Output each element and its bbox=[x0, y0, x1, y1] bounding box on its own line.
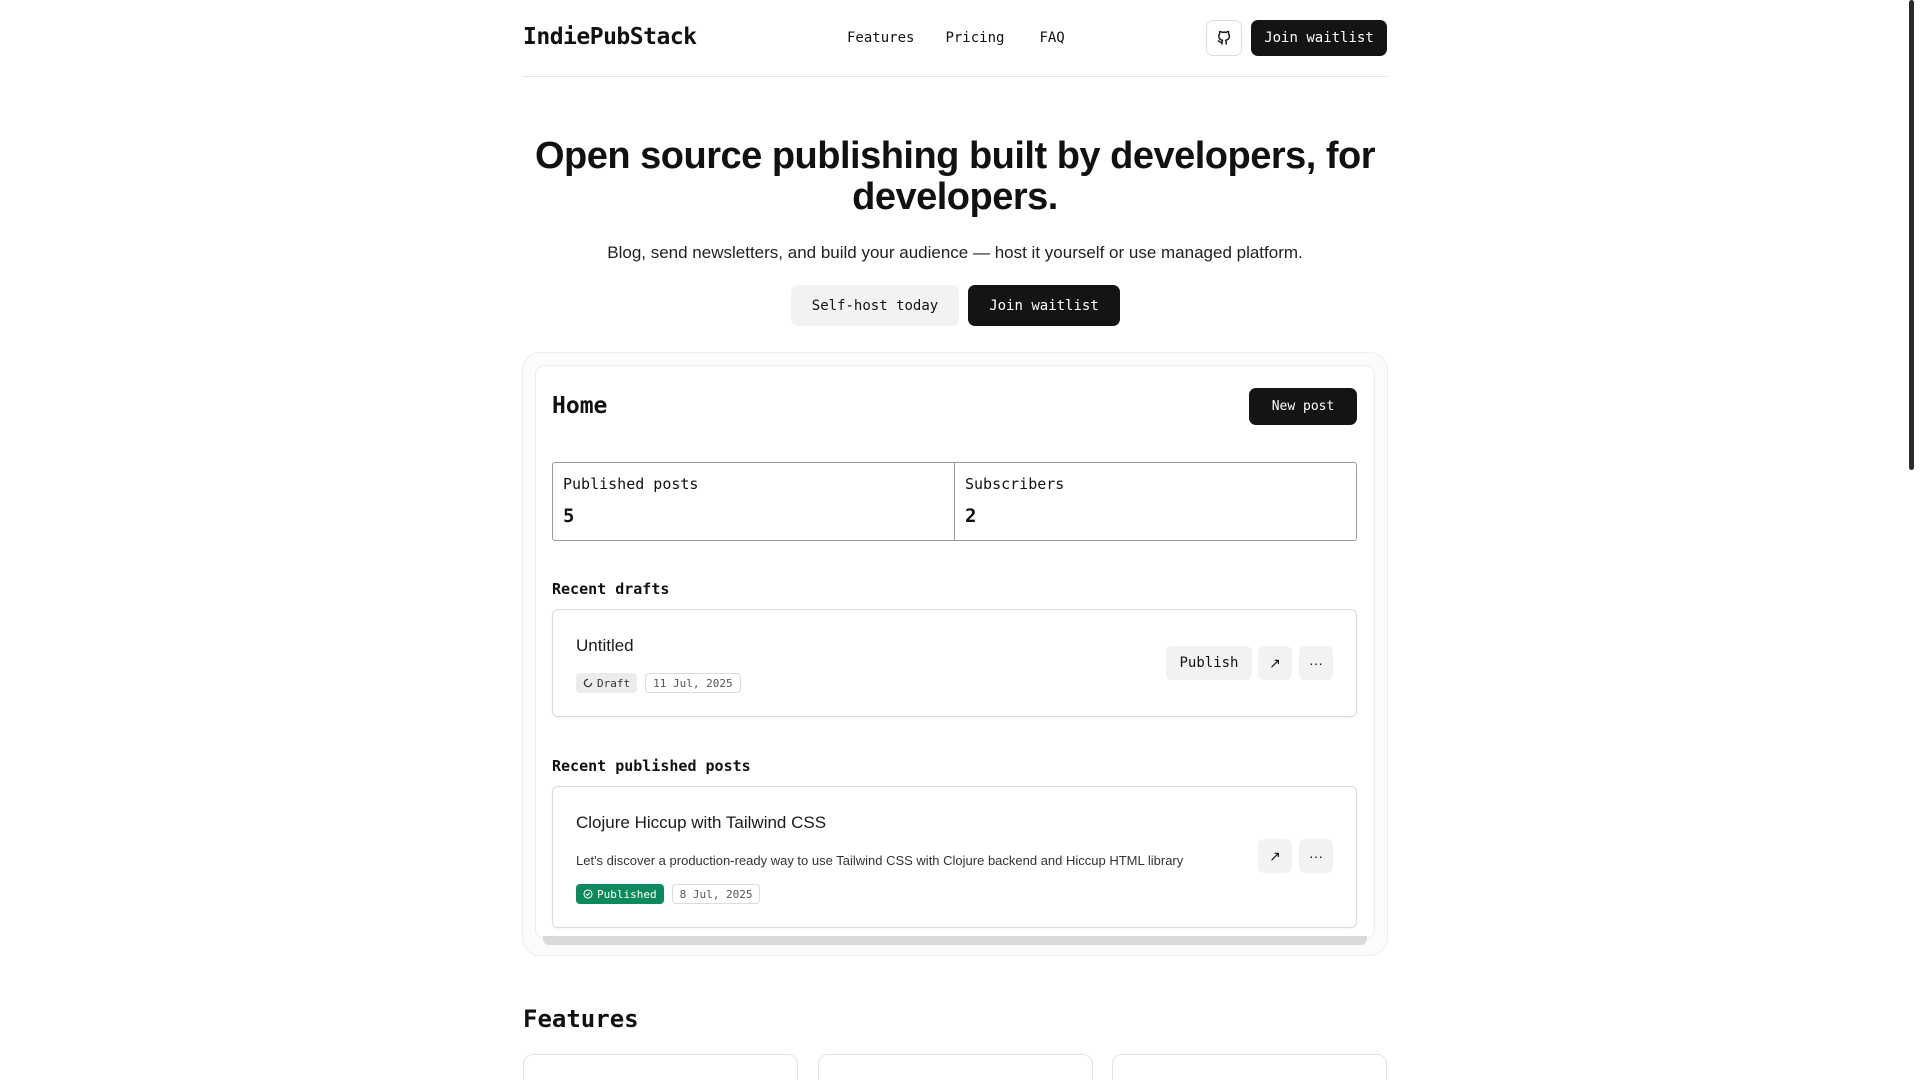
post-date-badge: 8 Jul, 2025 bbox=[671, 884, 761, 904]
feature-card bbox=[818, 1054, 1093, 1080]
more-icon: ··· bbox=[1309, 655, 1323, 671]
draft-status-icon bbox=[583, 678, 593, 688]
stat-published-posts: Published posts 5 bbox=[553, 463, 954, 540]
draft-more-button[interactable]: ··· bbox=[1299, 646, 1333, 680]
features-heading: Features bbox=[523, 1005, 639, 1033]
stat-value: 2 bbox=[965, 505, 977, 527]
page-scrollbar[interactable] bbox=[1909, 0, 1914, 470]
github-button[interactable] bbox=[1206, 20, 1242, 56]
stat-label: Published posts bbox=[563, 475, 699, 493]
nav-faq[interactable]: FAQ bbox=[1039, 30, 1064, 46]
brand-logo[interactable]: IndiePubStack bbox=[523, 24, 697, 50]
header-join-waitlist-button[interactable]: Join waitlist bbox=[1251, 20, 1387, 56]
page-title: Home bbox=[552, 393, 608, 419]
post-tags: Published 8 Jul, 2025 bbox=[576, 884, 761, 904]
stat-subscribers: Subscribers 2 bbox=[954, 463, 1356, 540]
preview-scrollbar[interactable] bbox=[543, 936, 1367, 945]
open-draft-button[interactable]: ↗ bbox=[1258, 646, 1292, 680]
draft-status-badge: Draft bbox=[576, 673, 638, 693]
published-status-badge: Published bbox=[576, 884, 664, 904]
hero-join-waitlist-button[interactable]: Join waitlist bbox=[968, 285, 1120, 326]
arrow-up-right-icon: ↗ bbox=[1269, 847, 1281, 864]
hero-title: Open source publishing built by develope… bbox=[534, 135, 1376, 218]
check-circle-icon bbox=[583, 889, 593, 899]
recent-published-heading: Recent published posts bbox=[552, 757, 751, 775]
draft-tags: Draft 11 Jul, 2025 bbox=[576, 673, 741, 693]
stat-value: 5 bbox=[563, 505, 575, 527]
post-more-button[interactable]: ··· bbox=[1299, 839, 1333, 873]
arrow-up-right-icon: ↗ bbox=[1269, 654, 1281, 671]
stat-label: Subscribers bbox=[965, 475, 1065, 493]
nav-pricing[interactable]: Pricing bbox=[945, 30, 1004, 46]
publish-button[interactable]: Publish bbox=[1166, 646, 1252, 680]
post-description: Let's discover a production-ready way to… bbox=[576, 853, 1184, 868]
feature-card bbox=[1112, 1054, 1387, 1080]
post-title[interactable]: Clojure Hiccup with Tailwind CSS bbox=[576, 813, 826, 833]
published-post-card[interactable]: Clojure Hiccup with Tailwind CSS Let's d… bbox=[552, 786, 1357, 928]
more-icon: ··· bbox=[1309, 848, 1323, 864]
draft-card[interactable]: Untitled Draft 11 Jul, 2025 Publish ↗ ··… bbox=[552, 609, 1357, 717]
draft-title[interactable]: Untitled bbox=[576, 636, 634, 656]
recent-drafts-heading: Recent drafts bbox=[552, 580, 670, 598]
site-header: IndiePubStack Features Pricing FAQ Join … bbox=[523, 0, 1387, 77]
new-post-button[interactable]: New post bbox=[1249, 388, 1357, 425]
stats-table: Published posts 5 Subscribers 2 bbox=[552, 462, 1357, 541]
published-status-label: Published bbox=[597, 887, 657, 901]
draft-date-badge: 11 Jul, 2025 bbox=[645, 673, 741, 693]
feature-card bbox=[523, 1054, 798, 1080]
draft-status-label: Draft bbox=[597, 676, 631, 690]
main-nav: Features Pricing FAQ bbox=[847, 30, 1065, 46]
hero-subtitle: Blog, send newsletters, and build your a… bbox=[607, 243, 1303, 262]
nav-features[interactable]: Features bbox=[847, 30, 914, 46]
self-host-button[interactable]: Self-host today bbox=[791, 285, 959, 326]
open-post-button[interactable]: ↗ bbox=[1258, 839, 1292, 873]
github-icon bbox=[1217, 30, 1231, 45]
